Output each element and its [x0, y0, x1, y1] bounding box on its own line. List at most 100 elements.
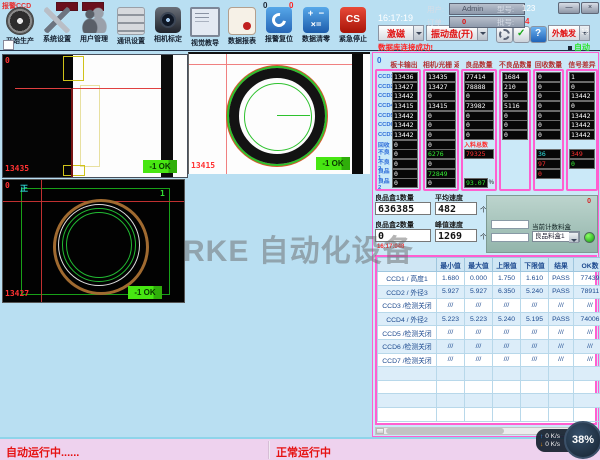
grid-row-label: CCD3	[378, 93, 392, 99]
grid-row: CCD513442	[378, 111, 418, 121]
grid-row: 0	[569, 101, 595, 111]
grid-cell: 0	[502, 111, 528, 121]
grid-column-2: 7741478888073982000入料总数7932593.07%	[461, 69, 497, 191]
check-icon[interactable]	[513, 26, 530, 43]
grid-row	[464, 159, 494, 169]
resource-percent-ball[interactable]: 38%	[564, 421, 600, 459]
grid-cell: 0	[569, 82, 595, 92]
grid-cell: 13442	[569, 91, 595, 101]
grid-row: 0	[536, 101, 561, 111]
crosshair-v	[41, 180, 42, 302]
camera-view-2[interactable]: 13415 -1 OK	[188, 52, 370, 174]
table-row: CCD2 / 外径35.9275.9276.3505.240PASS78911	[378, 285, 600, 299]
ring-green-2	[66, 212, 132, 278]
grid-row: 0	[536, 169, 561, 179]
view3-orientation-mark: 正	[20, 183, 28, 194]
grid-cell: 13442	[569, 111, 595, 121]
excite-button[interactable]: 激磁	[378, 25, 424, 41]
toolbar-item-stop[interactable]: 紧急停止	[338, 7, 368, 48]
view3-ok-badge: -1 OK	[128, 286, 162, 299]
camera-icon	[155, 7, 181, 33]
result-col-header: 上限值	[493, 258, 521, 272]
excite-dropdown-icon[interactable]	[414, 25, 424, 41]
close-button[interactable]: ×	[581, 2, 599, 14]
gear-icon[interactable]	[496, 26, 513, 43]
toolbar-item-users[interactable]: 用户管理	[79, 7, 109, 48]
avg-speed-value: 482	[435, 202, 477, 215]
grid-cell: 77414	[464, 72, 494, 82]
measurement-table-head: 最小值最大值上限值下限值结果OK数	[378, 258, 600, 272]
grid-cell: 0	[536, 72, 561, 82]
grid-cell: 79325	[464, 149, 494, 159]
counter-black: 0	[263, 1, 267, 10]
input-field-1[interactable]	[491, 220, 529, 229]
grid-cell: 0	[426, 140, 456, 150]
grid-row: 97	[536, 159, 561, 169]
toolbar-item-monitor[interactable]: 视觉教导	[190, 7, 220, 48]
grid-cell: 0	[426, 91, 456, 101]
grid-row-label: 良品2	[378, 176, 392, 191]
view3-flag: 1	[160, 189, 165, 198]
grid-cell: 0	[536, 120, 561, 130]
help-icon[interactable]	[530, 26, 547, 43]
grid-row	[502, 169, 528, 179]
table-row	[378, 367, 600, 381]
grid-row: 0	[569, 82, 595, 92]
grid-row: 0	[502, 111, 528, 121]
minimize-button[interactable]: —	[558, 2, 580, 14]
toolbar-item-tools[interactable]: 系统设置	[42, 7, 72, 48]
camera-view-1[interactable]: 0 13435 -1 OK	[2, 54, 188, 178]
grid-row: 0	[426, 130, 456, 140]
scroll-left-icon[interactable]	[376, 428, 384, 434]
grid-cell: 0	[536, 91, 561, 101]
grid-row: 0	[426, 111, 456, 121]
grid-cell: 0	[536, 130, 561, 140]
titlebar: 报警CCD 开始生产系统设置用户管理通讯设置相机标定视觉教导数据报表报警复位数据…	[0, 0, 600, 51]
grid-cell: 1684	[502, 72, 528, 82]
status-right: 正常运行中	[276, 444, 331, 460]
grid-row: 349	[569, 150, 595, 160]
toolbar: 开始生产系统设置用户管理通讯设置相机标定视觉教导数据报表报警复位数据清零紧急停止	[5, 7, 368, 48]
grid-row: 93.07%	[464, 179, 494, 189]
toolbar-item-alarm[interactable]: 报警复位	[264, 7, 294, 48]
grid-row: 0	[426, 140, 456, 150]
toolbar-item-server[interactable]: 通讯设置	[116, 7, 146, 48]
toolbar-item-report[interactable]: 数据报表	[227, 7, 257, 48]
grid-cell: 0	[392, 169, 418, 179]
current-box-select[interactable]: 良品料盒1	[532, 231, 580, 242]
camera-view-3[interactable]: 0 正 1 13427 -1 OK	[2, 179, 185, 303]
result-col-header: 最大值	[465, 258, 493, 272]
input-field-2[interactable]	[491, 233, 529, 242]
crosshair-h	[189, 64, 352, 65]
grid-col-header: 良品数量	[461, 56, 497, 69]
toolbar-item-calc[interactable]: 数据清零	[301, 7, 331, 48]
model-value: 123	[522, 4, 535, 13]
scrollbar-thumb[interactable]	[386, 428, 504, 434]
grid-column-0: CCD113436CCD213427CCD313442CCD413415CCD5…	[375, 69, 421, 191]
grid-row-label: CCD6	[378, 122, 392, 128]
grid-row: 5116	[502, 101, 528, 111]
grid-row-label: CCD1	[378, 74, 392, 80]
grid-row	[569, 169, 595, 179]
grid-cell: 13427	[426, 82, 456, 92]
grid-cell: 13442	[392, 130, 418, 140]
status-bar: 自动运行中...... 正常运行中	[0, 437, 600, 460]
grid-cell: 0	[536, 111, 561, 121]
grid-cell: 0	[426, 120, 456, 130]
grid-row: 0	[426, 120, 456, 130]
selector-corner-count: 0	[587, 198, 591, 205]
box-dropdown-icon[interactable]	[569, 232, 579, 243]
alarm-icon	[266, 7, 292, 33]
reel-icon	[6, 7, 34, 35]
grid-row: 0	[569, 159, 595, 169]
batch-value: 4	[525, 17, 529, 26]
crosshair-v	[226, 54, 227, 174]
grid-row: 72849	[426, 169, 456, 179]
table-row: CCD1 / 高度11.6800.0001.7501.610PASS77439	[378, 272, 600, 286]
corner-checkbox[interactable]	[3, 40, 14, 50]
report-icon	[228, 7, 256, 35]
toolbar-item-camera[interactable]: 相机标定	[153, 7, 183, 48]
grid-row-label: CCD7	[378, 132, 392, 138]
grid-col-header: 不良品数量	[499, 56, 531, 69]
grid-row: 0	[464, 91, 494, 101]
